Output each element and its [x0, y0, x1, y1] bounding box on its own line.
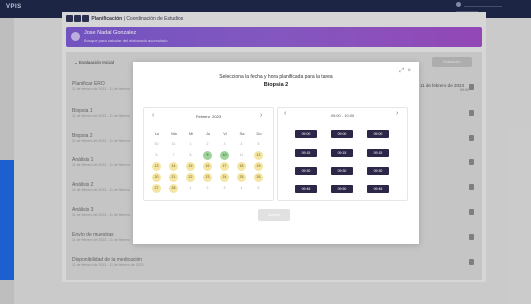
time-range: 09:00 - 10:00: [330, 113, 355, 118]
calendar-day[interactable]: 24: [220, 173, 229, 182]
calendar-day[interactable]: 4: [237, 184, 246, 193]
calendar-day[interactable]: 28: [169, 184, 178, 193]
calendar-day[interactable]: 13: [152, 162, 161, 171]
time-slot-button[interactable]: 09:45: [367, 185, 389, 193]
time-slot-button[interactable]: 09:30: [295, 167, 317, 175]
calendar-day[interactable]: 31: [169, 140, 178, 149]
calendar-day[interactable]: 1: [186, 184, 195, 193]
weekday-label: Lu: [154, 131, 160, 136]
weekday-label: Vi: [223, 131, 227, 136]
weekday-label: Sa: [239, 131, 245, 136]
calendar-day[interactable]: 15: [186, 162, 195, 171]
calendar-day[interactable]: 8: [186, 151, 195, 160]
calendar-day[interactable]: 2: [203, 140, 212, 149]
time-slot-button[interactable]: 09:15: [367, 149, 389, 157]
calendar-day[interactable]: 5: [254, 184, 263, 193]
time-slot-button[interactable]: 09:30: [367, 167, 389, 175]
month-label[interactable]: Febrero: [196, 114, 210, 119]
calendar-day[interactable]: 6: [152, 151, 161, 160]
calendar-day[interactable]: 14: [169, 162, 178, 171]
accept-button[interactable]: Aceptar: [258, 209, 290, 221]
time-slot-button[interactable]: 09:15: [331, 149, 353, 157]
weekday-label: Ma: [171, 131, 177, 136]
calendar-day[interactable]: 30: [152, 140, 161, 149]
calendar-day[interactable]: 2: [203, 184, 212, 193]
time-slot-button[interactable]: 09:30: [331, 167, 353, 175]
calendar-day[interactable]: 27: [152, 184, 161, 193]
time-slot-button[interactable]: 09:00: [331, 130, 353, 138]
calendar-day[interactable]: 7: [169, 151, 178, 160]
calendar-day[interactable]: 25: [237, 173, 246, 182]
time-slot-button[interactable]: 09:15: [295, 149, 317, 157]
calendar-day[interactable]: 22: [186, 173, 195, 182]
calendar-day[interactable]: 3: [220, 140, 229, 149]
calendar-day[interactable]: 26: [254, 173, 263, 182]
calendar-day[interactable]: 12: [254, 151, 263, 160]
time-slot-button[interactable]: 09:00: [367, 130, 389, 138]
calendar-day[interactable]: 11: [237, 151, 246, 160]
calendar-day[interactable]: 16: [203, 162, 212, 171]
calendar-day[interactable]: 20: [152, 173, 161, 182]
calendar-day[interactable]: 9: [203, 151, 212, 160]
calendar-day[interactable]: 1: [186, 140, 195, 149]
weekday-label: Mi: [188, 131, 194, 136]
calendar-day[interactable]: 23: [203, 173, 212, 182]
calendar-day[interactable]: 21: [169, 173, 178, 182]
date-picker: ‹ Febrero 2023 › Lu Ma Mi Ju Vi Sa Do 30…: [143, 107, 274, 201]
chevron-right-icon[interactable]: ›: [396, 110, 398, 117]
calendar-day[interactable]: 18: [237, 162, 246, 171]
calendar-day[interactable]: 3: [220, 184, 229, 193]
time-slot-button[interactable]: 09:00: [295, 130, 317, 138]
month-year: Febrero 2023: [144, 114, 273, 119]
calendar-day[interactable]: 5: [254, 140, 263, 149]
calendar-day[interactable]: 17: [220, 162, 229, 171]
modal-task-name: Biopsia 2: [263, 82, 289, 88]
calendar-day[interactable]: 10: [220, 151, 229, 160]
time-picker: ‹ 09:00 - 10:00 › 09:00 09:00 09:00 09:1…: [277, 107, 408, 201]
time-slot-button[interactable]: 09:45: [295, 185, 317, 193]
weekday-label: Do: [256, 131, 262, 136]
year-label[interactable]: 2023: [212, 114, 221, 119]
modal-title: Selecciona la fecha y hora planificada p…: [219, 74, 333, 80]
chevron-right-icon[interactable]: ›: [260, 112, 262, 119]
time-slot-button[interactable]: 09:50: [331, 185, 353, 193]
weekday-label: Ju: [205, 131, 211, 136]
calendar-day[interactable]: 4: [237, 140, 246, 149]
calendar-day[interactable]: 19: [254, 162, 263, 171]
